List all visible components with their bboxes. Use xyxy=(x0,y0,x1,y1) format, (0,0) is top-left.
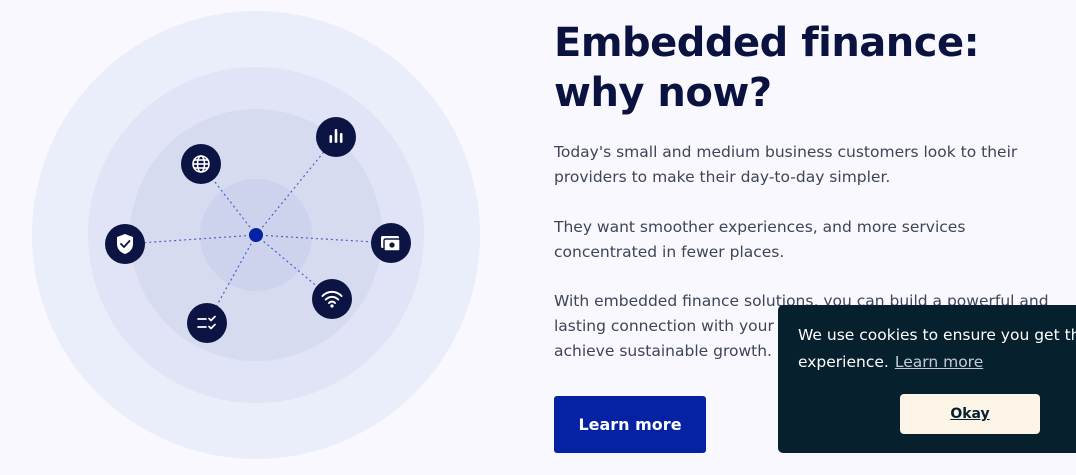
cookie-message: We use cookies to ensure you get the bes… xyxy=(798,322,1076,376)
checklist-icon xyxy=(187,303,227,343)
cookie-banner: We use cookies to ensure you get the bes… xyxy=(778,305,1076,453)
center-node xyxy=(249,228,263,242)
globe-icon xyxy=(181,144,221,184)
cookie-okay-button[interactable]: Okay xyxy=(900,394,1040,434)
intro-paragraph: Today's small and medium business custom… xyxy=(554,143,1018,186)
bar-chart-icon xyxy=(316,117,356,157)
network-diagram xyxy=(32,11,480,459)
shield-check-icon xyxy=(105,224,145,264)
wifi-icon xyxy=(312,279,352,319)
page-title: Embedded finance: why now? xyxy=(554,20,980,116)
cookie-learn-more-link[interactable]: Learn more xyxy=(895,353,983,371)
cookie-message-line1: We use cookies to ensure you get the bes… xyxy=(798,326,1076,344)
network-illustration xyxy=(0,0,520,470)
cash-icon xyxy=(371,223,411,263)
cookie-message-line2: experience. xyxy=(798,353,889,371)
learn-more-button[interactable]: Learn more xyxy=(554,396,706,453)
experience-paragraph: They want smoother experiences, and more… xyxy=(554,218,966,261)
